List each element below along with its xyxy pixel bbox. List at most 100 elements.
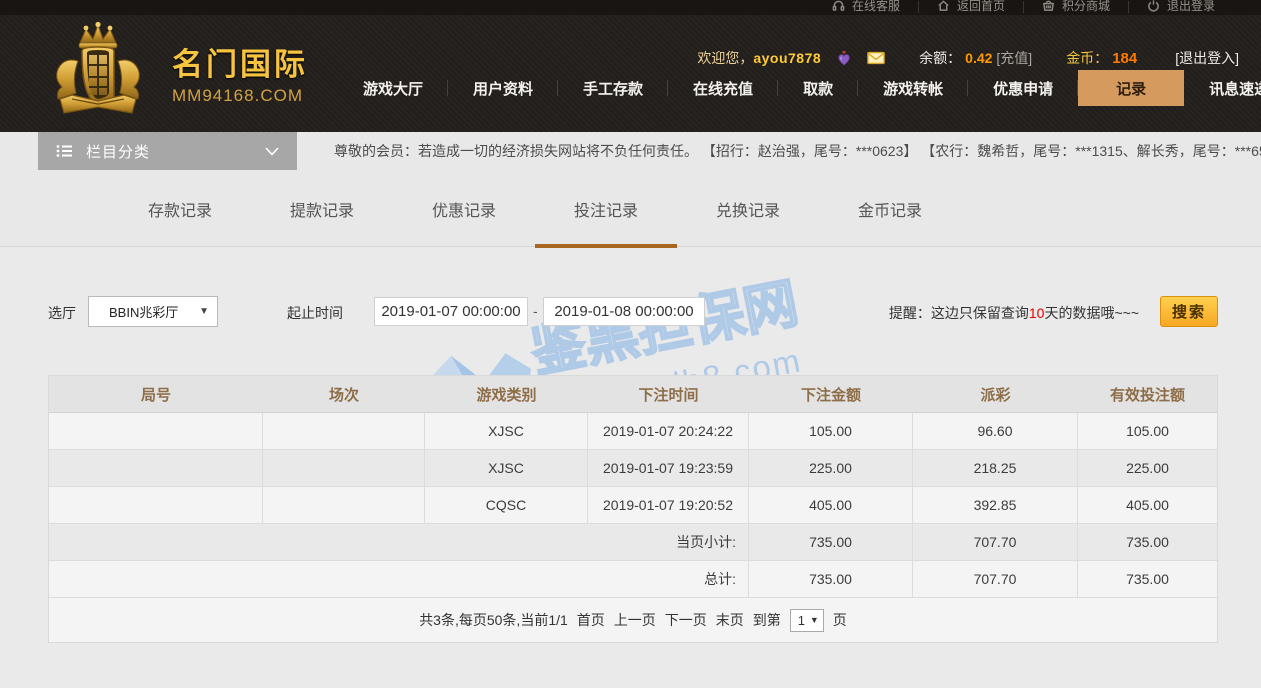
pagination-next[interactable]: 下一页 [665, 610, 707, 630]
cell-session [263, 487, 425, 524]
nav-game-transfer[interactable]: 游戏转帐 [858, 70, 968, 106]
nav-label: 记录 [1116, 78, 1146, 99]
balance-value: 0.42 [965, 50, 992, 66]
search-button[interactable]: 搜索 [1160, 296, 1218, 327]
subtotal-label: 当页小计: [49, 524, 749, 561]
site-name: 名门国际 [172, 39, 308, 84]
hall-label: 选厅 [48, 303, 76, 323]
vip-level-icon [835, 49, 853, 67]
category-dropdown[interactable]: 栏目分类 [38, 132, 297, 170]
subtotal-valid-bet: 735.00 [1078, 524, 1217, 561]
cell-bet-amount: 405.00 [749, 487, 913, 524]
nav-messages[interactable]: 讯息速递 [1184, 70, 1261, 106]
pagination-first[interactable]: 首页 [577, 610, 605, 630]
tab-deposit-records[interactable]: 存款记录 [109, 170, 251, 247]
tab-label: 优惠记录 [432, 197, 496, 221]
nav-manual-deposit[interactable]: 手工存款 [558, 70, 668, 106]
cell-bet-time: 2019-01-07 20:24:22 [588, 413, 749, 450]
tab-label: 兑换记录 [716, 197, 780, 221]
power-icon [1147, 0, 1160, 12]
pagination-goto-suffix: 页 [833, 610, 847, 630]
cell-session [263, 413, 425, 450]
announcement-bar: 尊敬的会员：若造成一切的经济损失网站将不负任何责任。 【招行：赵治强，尾号：**… [322, 132, 1261, 170]
back-home-link[interactable]: 返回首页 [919, 0, 1023, 15]
nav-online-recharge[interactable]: 在线充值 [668, 70, 778, 106]
cart-icon [1042, 0, 1055, 12]
cell-bet-time: 2019-01-07 19:23:59 [588, 450, 749, 487]
time-range-label: 起止时间 [287, 303, 343, 323]
nav-user-profile[interactable]: 用户资料 [448, 70, 558, 106]
cell-round [49, 487, 263, 524]
end-time-input[interactable]: 2019-01-08 00:00:00 [543, 297, 705, 326]
time-range-separator: - [533, 303, 538, 319]
sub-bar: 栏目分类 尊敬的会员：若造成一切的经济损失网站将不负任何责任。 【招行：赵治强，… [0, 132, 1261, 170]
reminder-text: 提醒：这边只保留查询10天的数据哦~~~ [889, 303, 1139, 323]
pagination-prev[interactable]: 上一页 [614, 610, 656, 630]
pagination-goto-prefix: 到第 [753, 610, 781, 630]
tab-promo-records[interactable]: 优惠记录 [393, 170, 535, 247]
filter-row: 选厅 BBIN兆彩厅 ▼ 起止时间 2019-01-07 00:00:00 - … [0, 296, 1261, 328]
start-time-input[interactable]: 2019-01-07 00:00:00 [374, 297, 528, 326]
nav-label: 讯息速递 [1209, 78, 1261, 99]
welcome-text: 欢迎您， [697, 48, 753, 68]
tab-label: 存款记录 [148, 197, 212, 221]
brand-logo[interactable]: 名门国际 MM94168.COM [42, 21, 308, 123]
subtotal-bet-amount: 735.00 [749, 524, 913, 561]
cell-session [263, 450, 425, 487]
coin-value: 184 [1112, 50, 1137, 67]
tab-coin-records[interactable]: 金币记录 [819, 170, 961, 247]
online-service-label: 在线客服 [852, 0, 900, 14]
page-number-value: 1 [798, 613, 805, 628]
tab-bet-records[interactable]: 投注记录 [535, 170, 677, 247]
list-icon [56, 144, 72, 158]
page-number-select[interactable]: 1 ▼ [790, 609, 824, 632]
chevron-down-icon [265, 147, 279, 156]
category-label: 栏目分类 [86, 141, 150, 162]
points-mall-link[interactable]: 积分商城 [1024, 0, 1128, 15]
page: 在线客服 返回首页 积分商城 退出登录 [0, 0, 1261, 688]
total-payout: 707.70 [913, 561, 1078, 598]
record-tab-bar: 存款记录 提款记录 优惠记录 投注记录 兑换记录 金币记录 [0, 170, 1261, 247]
cell-game-type: CQSC [425, 487, 588, 524]
nav-withdraw[interactable]: 取款 [778, 70, 858, 106]
recharge-link[interactable]: [充值] [996, 48, 1032, 68]
content-area: 鉴黑担保网 www.jhdb8.com 选厅 BBIN兆彩厅 ▼ 起止时间 20… [0, 248, 1261, 688]
total-valid-bet: 735.00 [1078, 561, 1217, 598]
online-service-link[interactable]: 在线客服 [814, 0, 918, 15]
message-envelope-icon[interactable] [867, 49, 885, 67]
table-row: XJSC 2019-01-07 20:24:22 105.00 96.60 10… [49, 413, 1217, 450]
logout-link[interactable]: [退出登入] [1175, 48, 1239, 68]
tab-exchange-records[interactable]: 兑换记录 [677, 170, 819, 247]
logout-link-top[interactable]: 退出登录 [1129, 0, 1233, 15]
nav-records[interactable]: 记录 [1078, 70, 1184, 106]
top-utility-bar: 在线客服 返回首页 积分商城 退出登录 [0, 0, 1261, 15]
cell-game-type: XJSC [425, 413, 588, 450]
cell-valid-bet: 105.00 [1078, 413, 1217, 450]
watermark-title: 鉴黑担保网 [526, 273, 802, 383]
nav-label: 手工存款 [583, 78, 643, 99]
nav-label: 游戏转帐 [883, 78, 943, 99]
pagination-last[interactable]: 末页 [716, 610, 744, 630]
nav-label: 在线充值 [693, 78, 753, 99]
nav-label: 优惠申请 [993, 78, 1053, 99]
user-info-row: 欢迎您， ayou7878 余额： 0.42 [充值] 金币： 184 [退出登… [697, 48, 1239, 68]
hall-select[interactable]: BBIN兆彩厅 ▼ [88, 296, 218, 327]
cell-bet-time: 2019-01-07 19:20:52 [588, 487, 749, 524]
bet-records-table: 局号 场次 游戏类别 下注时间 下注金额 派彩 有效投注额 XJSC 2019-… [48, 375, 1218, 643]
select-arrow-icon: ▼ [199, 306, 209, 317]
col-header-bet-time: 下注时间 [588, 376, 749, 413]
pagination-summary: 共3条,每页50条,当前1/1 [419, 610, 568, 630]
cell-bet-amount: 105.00 [749, 413, 913, 450]
total-label: 总计: [49, 561, 749, 598]
nav-promo-apply[interactable]: 优惠申请 [968, 70, 1078, 106]
announcement-text: 尊敬的会员：若造成一切的经济损失网站将不负任何责任。 【招行：赵治强，尾号：**… [334, 141, 1261, 161]
tab-label: 投注记录 [574, 197, 638, 221]
home-icon [937, 0, 950, 12]
nav-label: 游戏大厅 [363, 78, 423, 99]
cell-game-type: XJSC [425, 450, 588, 487]
back-home-label: 返回首页 [957, 0, 1005, 14]
table-header-row: 局号 场次 游戏类别 下注时间 下注金额 派彩 有效投注额 [49, 376, 1217, 413]
nav-game-hall[interactable]: 游戏大厅 [338, 70, 448, 106]
search-button-label: 搜索 [1172, 301, 1206, 322]
tab-withdraw-records[interactable]: 提款记录 [251, 170, 393, 247]
